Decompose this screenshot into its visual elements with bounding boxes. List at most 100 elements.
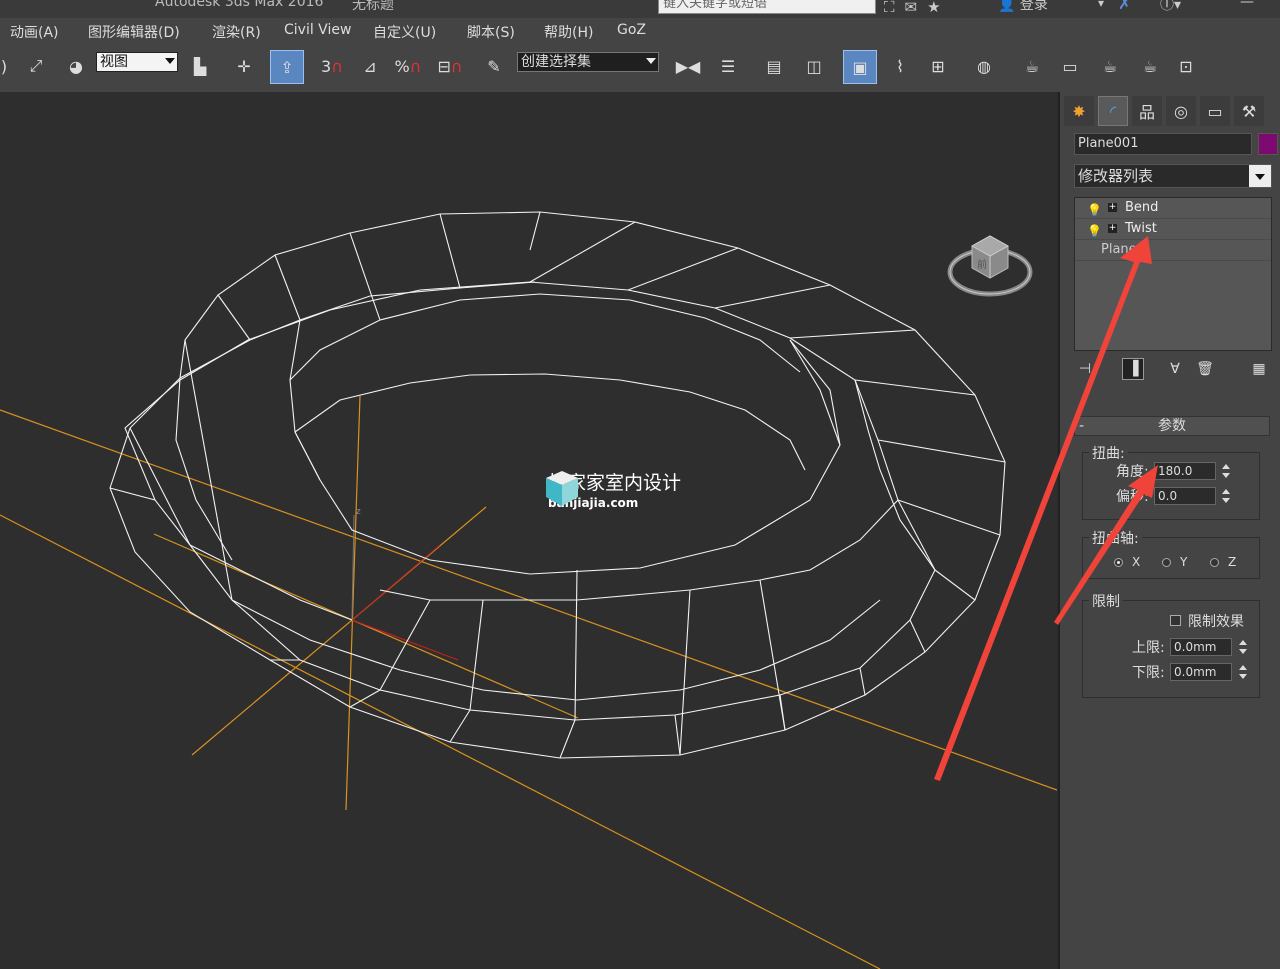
- utilities-tab-icon[interactable]: ⚒: [1234, 96, 1264, 126]
- menu-animation[interactable]: 动画(A): [10, 22, 59, 42]
- angle-snap-icon[interactable]: ⊿: [356, 52, 384, 80]
- parameters-rollout-header[interactable]: - 参数: [1074, 416, 1270, 436]
- display-tab-icon[interactable]: ▭: [1200, 96, 1230, 126]
- menu-bar: 动画(A) 图形编辑器(D) 渲染(R) Civil View 自定义(U) 脚…: [0, 18, 1280, 45]
- stack-item-label: Plane: [1101, 242, 1137, 257]
- chevron-down-icon: [1249, 165, 1271, 187]
- upper-limit-spinner-arrows[interactable]: [1238, 638, 1248, 656]
- render-in-cloud-icon[interactable]: ⊡: [1172, 52, 1200, 80]
- limit-effect-label: 限制效果: [1188, 614, 1244, 630]
- lower-limit-spinner[interactable]: 0.0mm: [1170, 663, 1232, 681]
- x-icon[interactable]: ✗: [1118, 0, 1131, 13]
- viewcube-face-label: 前: [977, 258, 987, 271]
- scene-explorer-icon[interactable]: ▣: [843, 50, 877, 84]
- bias-spinner-arrows[interactable]: [1221, 487, 1231, 505]
- lower-limit-spinner-arrows[interactable]: [1238, 663, 1248, 681]
- view-combo-label: 视图: [100, 54, 128, 70]
- lightbulb-icon[interactable]: 💡: [1087, 200, 1102, 220]
- perspective-viewport[interactable]: z 前 扮家家室内设计 banjiajia.com: [0, 92, 1057, 969]
- bias-spinner[interactable]: 0.0: [1154, 487, 1216, 505]
- help-icon[interactable]: Ⓘ▾: [1160, 0, 1181, 14]
- render-iterative-icon[interactable]: ☕: [1136, 52, 1164, 80]
- axis-z-radio[interactable]: [1210, 558, 1219, 567]
- menu-graph-editors[interactable]: 图形编辑器(D): [88, 22, 180, 42]
- twist-group-title: 扭曲:: [1089, 443, 1128, 463]
- pivot-center-icon[interactable]: ▙: [186, 52, 214, 80]
- expand-icon[interactable]: +: [1108, 203, 1117, 212]
- layer-explorer-icon[interactable]: ▤: [760, 52, 788, 80]
- dope-sheet-icon[interactable]: ⊞: [924, 52, 952, 80]
- menu-scripting[interactable]: 脚本(S): [467, 22, 515, 42]
- search-input[interactable]: 键入关键字或短语: [658, 0, 876, 14]
- remove-modifier-icon[interactable]: 🗑: [1194, 358, 1216, 380]
- stack-item-label: Bend: [1125, 200, 1159, 215]
- lower-limit-label: 下限:: [1132, 665, 1165, 681]
- make-unique-icon[interactable]: ∀: [1164, 358, 1186, 380]
- layer-manager-icon[interactable]: ◫: [800, 52, 828, 80]
- reference-coordinate-combo[interactable]: 视图: [96, 52, 178, 72]
- menu-goz[interactable]: GoZ: [617, 22, 646, 38]
- menu-rendering[interactable]: 渲染(R): [212, 22, 261, 42]
- named-selection-sets-combo[interactable]: 创建选择集: [517, 52, 659, 72]
- show-end-result-icon[interactable]: ▐: [1122, 358, 1144, 380]
- material-editor-icon[interactable]: ◍: [970, 52, 998, 80]
- chevron-down-icon[interactable]: ▾: [1098, 0, 1104, 10]
- snap-toggle-icon[interactable]: 3 ∩: [318, 52, 346, 80]
- stack-toolbar: ⊣ ▐ ∀ 🗑 ▦: [1074, 358, 1272, 382]
- align-icon[interactable]: ☰: [714, 52, 742, 80]
- angle-spinner-arrows[interactable]: [1221, 462, 1231, 480]
- create-tab-icon[interactable]: ✸: [1064, 96, 1094, 126]
- rollout-title: 参数: [1158, 418, 1186, 434]
- modifier-list-dropdown[interactable]: 修改器列表: [1074, 164, 1272, 188]
- mirror-icon[interactable]: ▶◀: [674, 52, 702, 80]
- axis-y-label: Y: [1180, 555, 1188, 569]
- scale-icon[interactable]: ⤢: [22, 52, 50, 80]
- render-setup-icon[interactable]: ☕: [1018, 52, 1046, 80]
- upper-limit-spinner[interactable]: 0.0mm: [1170, 638, 1232, 656]
- modify-tab-icon[interactable]: ◜: [1098, 96, 1128, 126]
- selection-set-label: 创建选择集: [521, 54, 591, 70]
- modifier-stack[interactable]: 💡 + Bend 💡 + Twist Plane: [1074, 197, 1272, 351]
- percent-snap-icon[interactable]: % ∩: [394, 52, 422, 80]
- menu-customize[interactable]: 自定义(U): [373, 22, 436, 42]
- collapse-icon[interactable]: -: [1079, 417, 1084, 435]
- spinner-snap-icon[interactable]: ⊟ ∩: [436, 52, 464, 80]
- axis-group-title: 扭曲轴:: [1089, 528, 1142, 548]
- object-color-swatch[interactable]: [1258, 133, 1278, 155]
- configure-sets-icon[interactable]: ▦: [1248, 358, 1270, 380]
- keyboard-shortcut-override-icon[interactable]: ⇪: [270, 50, 304, 84]
- menu-help[interactable]: 帮助(H): [544, 22, 593, 42]
- angle-spinner[interactable]: 180.0: [1154, 462, 1216, 480]
- pin-stack-icon[interactable]: ⊣: [1074, 358, 1096, 380]
- motion-tab-icon[interactable]: ◎: [1166, 96, 1196, 126]
- select-place-icon[interactable]: ◕: [62, 52, 90, 80]
- object-name-field[interactable]: Plane001: [1074, 133, 1252, 155]
- snap-label: 3: [321, 56, 332, 76]
- curve-editor-icon[interactable]: ⌇: [886, 52, 914, 80]
- rotate-icon[interactable]: ): [0, 52, 18, 80]
- upper-limit-label: 上限:: [1132, 640, 1165, 656]
- infocenter-icons[interactable]: ⛶✉★: [884, 0, 951, 16]
- menu-civil-view[interactable]: Civil View: [284, 22, 351, 38]
- render-production-icon[interactable]: ☕: [1096, 52, 1124, 80]
- login-button[interactable]: 👤 登录: [998, 0, 1048, 14]
- stack-item-twist[interactable]: 💡 + Twist: [1075, 219, 1271, 240]
- expand-icon[interactable]: +: [1108, 224, 1117, 233]
- axis-z-label: Z: [1228, 555, 1237, 569]
- hierarchy-tab-icon[interactable]: 品: [1132, 96, 1162, 126]
- axis-y-radio[interactable]: [1162, 558, 1171, 567]
- limit-effect-checkbox[interactable]: [1170, 615, 1181, 626]
- stack-item-bend[interactable]: 💡 + Bend: [1075, 198, 1271, 219]
- transform-gizmo[interactable]: z: [351, 507, 459, 661]
- title-bar: Autodesk 3ds Max 2016 无标题 键入关键字或短语 ⛶✉★ 👤…: [0, 0, 1280, 18]
- select-manipulate-icon[interactable]: ✛: [230, 52, 258, 80]
- svg-text:z: z: [356, 507, 361, 517]
- login-label: 登录: [1019, 0, 1048, 13]
- axis-x-radio[interactable]: [1114, 558, 1123, 567]
- rendered-frame-window-icon[interactable]: ▭: [1056, 52, 1084, 80]
- minimize-icon[interactable]: —: [1240, 0, 1254, 10]
- logo-icon: [546, 471, 578, 506]
- lightbulb-icon[interactable]: 💡: [1087, 221, 1102, 241]
- edit-named-selection-icon[interactable]: ✎: [480, 52, 508, 80]
- stack-item-plane[interactable]: Plane: [1075, 240, 1271, 261]
